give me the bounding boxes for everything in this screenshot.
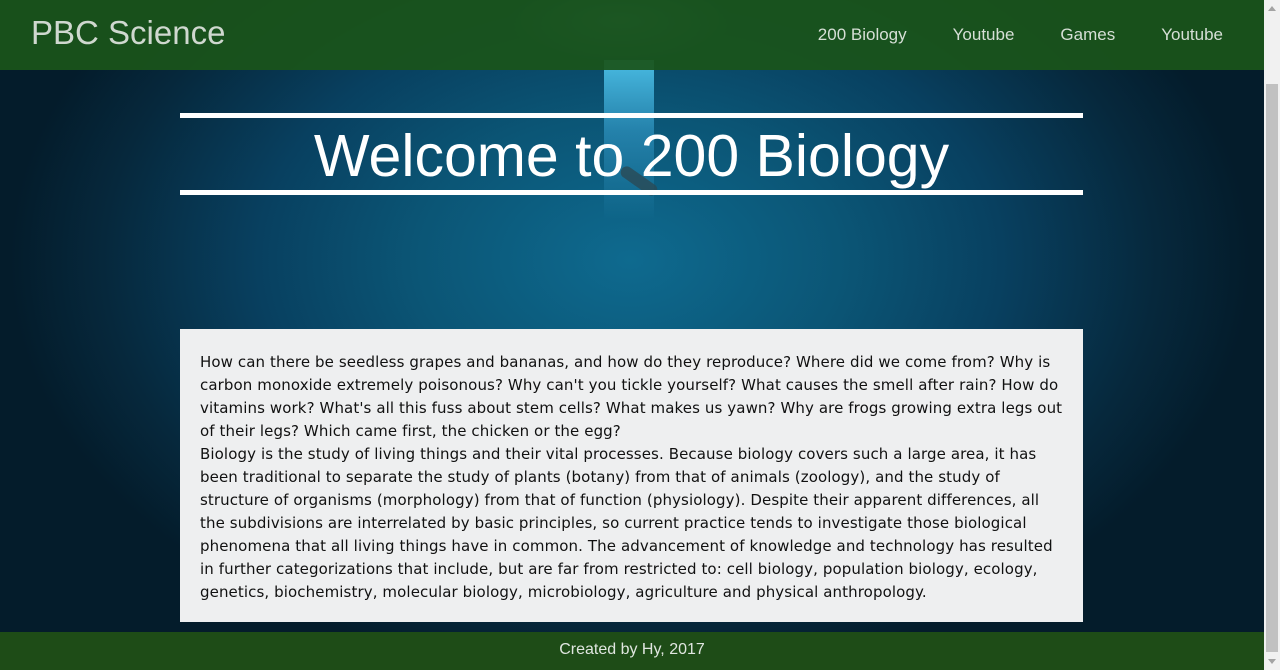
- nav-link-200-biology[interactable]: 200 Biology: [818, 25, 907, 45]
- intro-questions-paragraph: How can there be seedless grapes and ban…: [200, 353, 1063, 440]
- top-navbar: PBC Science 200 Biology Youtube Games Yo…: [0, 0, 1264, 70]
- biology-description-paragraph: Biology is the study of living things an…: [200, 445, 1053, 601]
- scroll-down-arrow-icon[interactable]: [1264, 654, 1280, 670]
- brand-logo-link[interactable]: PBC Science: [31, 14, 225, 52]
- nav-link-youtube[interactable]: Youtube: [953, 25, 1015, 45]
- page-title: Welcome to 200 Biology: [313, 123, 950, 189]
- scrollbar-thumb[interactable]: [1266, 84, 1278, 652]
- nav-links: 200 Biology Youtube Games Youtube: [818, 0, 1264, 70]
- content-card: How can there be seedless grapes and ban…: [180, 329, 1083, 622]
- vertical-scrollbar[interactable]: [1264, 0, 1280, 670]
- footer-credit: Created by Hy, 2017: [559, 641, 705, 658]
- nav-link-games[interactable]: Games: [1060, 25, 1115, 45]
- page-footer: Created by Hy, 2017: [0, 632, 1264, 670]
- nav-link-youtube-2[interactable]: Youtube: [1161, 25, 1223, 45]
- hero-banner: Welcome to 200 Biology: [180, 113, 1083, 195]
- scroll-up-arrow-icon[interactable]: [1264, 0, 1280, 16]
